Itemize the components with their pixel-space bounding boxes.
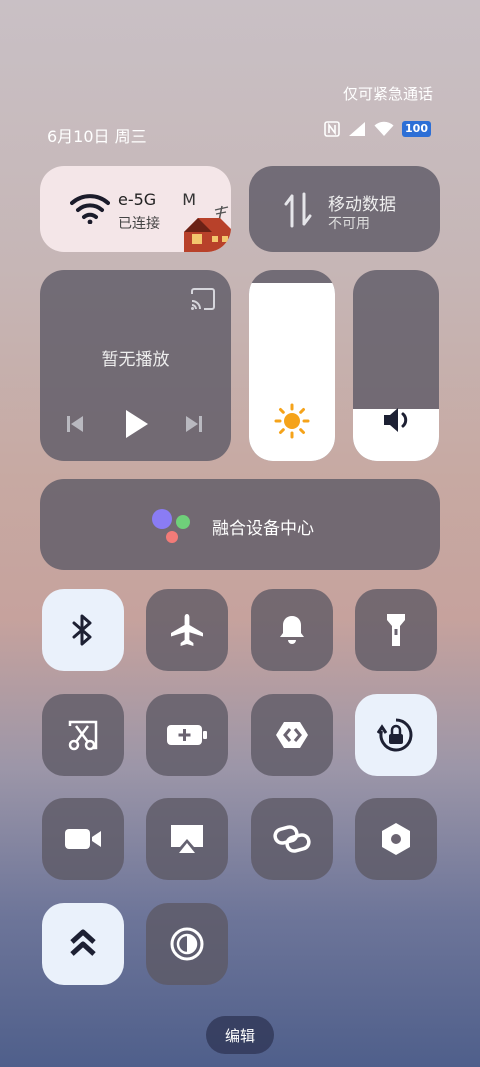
share-diamond-icon bbox=[276, 722, 308, 748]
bluetooth-icon bbox=[72, 614, 92, 646]
ring-toggle[interactable] bbox=[251, 589, 333, 671]
signal-icon bbox=[349, 122, 366, 136]
video-camera-icon bbox=[65, 829, 101, 849]
screen-cast-toggle[interactable] bbox=[146, 798, 228, 880]
date-label: 6月10日 周三 bbox=[47, 127, 147, 146]
next-track-icon[interactable] bbox=[183, 413, 205, 435]
settings-hex-toggle[interactable] bbox=[355, 798, 437, 880]
house-illustration-icon bbox=[184, 205, 231, 252]
contrast-circle-icon bbox=[170, 927, 204, 961]
battery-plus-icon bbox=[167, 725, 207, 745]
airplay-icon bbox=[171, 825, 203, 853]
previous-track-icon[interactable] bbox=[64, 413, 86, 435]
double-chevron-up-icon bbox=[70, 929, 96, 956]
mobile-data-title: 移动数据 bbox=[328, 195, 396, 215]
wifi-network-name: e-5G M bbox=[118, 190, 197, 209]
rotation-lock-icon bbox=[377, 718, 413, 752]
rotation-lock-toggle[interactable] bbox=[355, 694, 437, 776]
battery-indicator: 100 bbox=[402, 121, 431, 137]
bell-icon bbox=[280, 616, 304, 644]
no-media-label: 暂无播放 bbox=[101, 350, 170, 370]
performance-mode-toggle[interactable] bbox=[42, 903, 124, 985]
hexagon-nut-icon bbox=[382, 823, 410, 855]
device-hub-label: 融合设备中心 bbox=[212, 519, 314, 539]
mobile-data-arrows-icon bbox=[284, 192, 312, 228]
wifi-status: 已连接 bbox=[118, 216, 160, 232]
screenshot-toggle[interactable] bbox=[42, 694, 124, 776]
screen-record-toggle[interactable] bbox=[42, 798, 124, 880]
volume-slider[interactable] bbox=[353, 270, 439, 461]
brightness-slider[interactable] bbox=[249, 270, 335, 461]
device-hub-icon bbox=[152, 509, 190, 543]
link-toggle[interactable] bbox=[251, 798, 333, 880]
bluetooth-toggle[interactable] bbox=[42, 589, 124, 671]
link-icon bbox=[273, 825, 311, 853]
cast-icon[interactable] bbox=[190, 288, 216, 310]
wifi-tile[interactable] bbox=[40, 166, 231, 252]
nearby-share-toggle[interactable] bbox=[251, 694, 333, 776]
emergency-calls-only: 仅可紧急通话 bbox=[342, 85, 433, 103]
flashlight-icon bbox=[387, 614, 405, 646]
dark-mode-toggle[interactable] bbox=[146, 903, 228, 985]
sun-icon bbox=[274, 403, 310, 439]
wifi-icon bbox=[70, 194, 110, 224]
airplane-icon bbox=[171, 614, 203, 646]
status-icons: 100 bbox=[324, 121, 431, 137]
airplane-mode-toggle[interactable] bbox=[146, 589, 228, 671]
mobile-data-status: 不可用 bbox=[328, 216, 370, 232]
battery-saver-toggle[interactable] bbox=[146, 694, 228, 776]
screenshot-scissors-icon bbox=[68, 720, 98, 751]
speaker-icon bbox=[384, 408, 408, 432]
play-icon[interactable] bbox=[122, 408, 150, 440]
wifi-status-icon bbox=[374, 121, 394, 136]
edit-button[interactable]: 编辑 bbox=[206, 1016, 274, 1054]
nfc-icon bbox=[324, 121, 340, 137]
flashlight-toggle[interactable] bbox=[355, 589, 437, 671]
